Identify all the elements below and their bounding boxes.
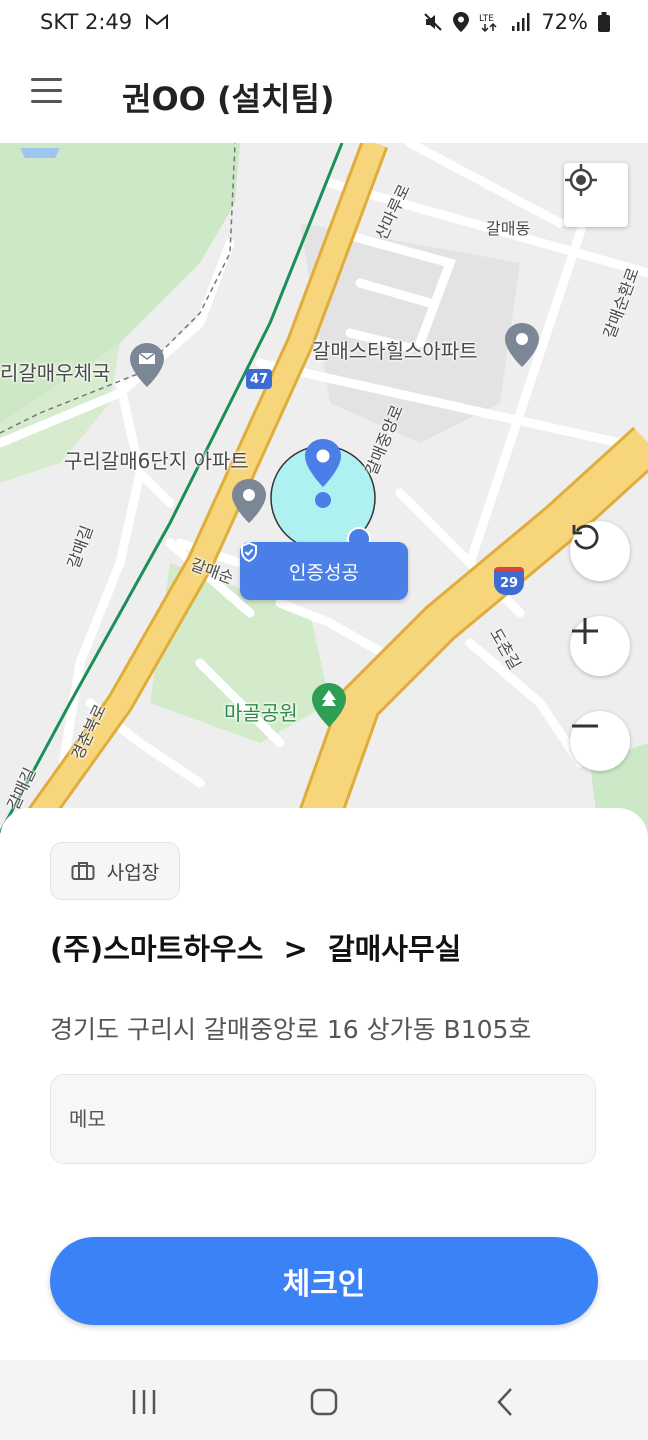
map-label: 리갈매우체국 bbox=[0, 361, 111, 385]
memo-input[interactable] bbox=[50, 1074, 596, 1164]
app-header: 권OO (설치팀) bbox=[0, 46, 648, 144]
apartment-pin-icon[interactable] bbox=[505, 323, 539, 367]
zoom-out-button[interactable] bbox=[570, 711, 630, 771]
page-title: 권OO (설치팀) bbox=[122, 80, 335, 118]
location-icon bbox=[453, 12, 470, 32]
minus-icon bbox=[572, 724, 598, 728]
back-button[interactable] bbox=[476, 1382, 536, 1422]
battery-icon bbox=[598, 12, 610, 32]
map-label: 갈매스타힐스아파트 bbox=[312, 339, 478, 363]
locate-me-button[interactable] bbox=[564, 163, 628, 227]
refresh-icon bbox=[572, 524, 599, 550]
home-button[interactable] bbox=[294, 1382, 354, 1422]
workplace-chip: 사업장 bbox=[50, 842, 180, 900]
workplace-chip-label: 사업장 bbox=[106, 861, 160, 884]
checkin-sheet: 사업장 (주)스마트하우스 > 갈매사무실 경기도 구리시 갈매중앙로 16 상… bbox=[0, 808, 648, 1360]
location-dot bbox=[315, 492, 331, 508]
zoom-in-button[interactable] bbox=[570, 616, 630, 676]
checkin-button[interactable]: 체크인 bbox=[50, 1237, 598, 1325]
battery-text: 72% bbox=[541, 10, 588, 34]
current-location-pin-icon bbox=[305, 439, 341, 487]
mail-icon bbox=[145, 13, 168, 29]
home-icon bbox=[310, 1388, 338, 1416]
recent-apps-icon bbox=[132, 1390, 156, 1414]
road-shield-47: 47 bbox=[246, 369, 272, 389]
plus-icon bbox=[572, 618, 598, 644]
crosshair-icon bbox=[565, 164, 597, 196]
park-pin-icon[interactable] bbox=[312, 683, 346, 727]
hamburger-icon[interactable] bbox=[28, 78, 68, 110]
svg-text:LTE: LTE bbox=[479, 14, 494, 24]
briefcase-icon bbox=[71, 862, 95, 880]
status-right: LTE 72% bbox=[423, 10, 610, 34]
mute-icon bbox=[424, 13, 443, 31]
map-label: 구리갈매6단지 아파트 bbox=[64, 449, 249, 473]
road-shield-29: 29 bbox=[494, 567, 524, 595]
apartment-pin-icon[interactable] bbox=[232, 479, 266, 523]
map-label: 갈매동 bbox=[486, 219, 531, 238]
map-label: 마골공원 bbox=[224, 701, 298, 725]
carrier-time: SKT 2:49 bbox=[40, 10, 133, 34]
shield-check-icon bbox=[241, 542, 257, 562]
back-icon bbox=[497, 1388, 512, 1416]
recent-apps-button[interactable] bbox=[114, 1382, 174, 1422]
auth-success-label: 인증성공 bbox=[289, 561, 359, 584]
workplace-name: (주)스마트하우스 > 갈매사무실 bbox=[50, 932, 462, 966]
system-nav-bar bbox=[0, 1360, 648, 1440]
signal-icon bbox=[512, 13, 530, 31]
refresh-button[interactable] bbox=[570, 521, 630, 581]
workplace-address: 경기도 구리시 갈매중앙로 16 상가동 B105호 bbox=[50, 1015, 532, 1044]
post-office-pin-icon[interactable] bbox=[130, 343, 164, 387]
status-left: SKT 2:49 bbox=[40, 10, 169, 34]
status-bar: SKT 2:49 LTE 72% bbox=[0, 0, 648, 46]
map-view[interactable]: 갈매동 산마루로 갈매순환로 갈매스타힐스아파트 리갈매우체국 갈매중앙로 구리… bbox=[0, 143, 648, 843]
auth-success-badge: 인증성공 bbox=[240, 542, 408, 600]
lte-icon: LTE bbox=[479, 14, 497, 32]
